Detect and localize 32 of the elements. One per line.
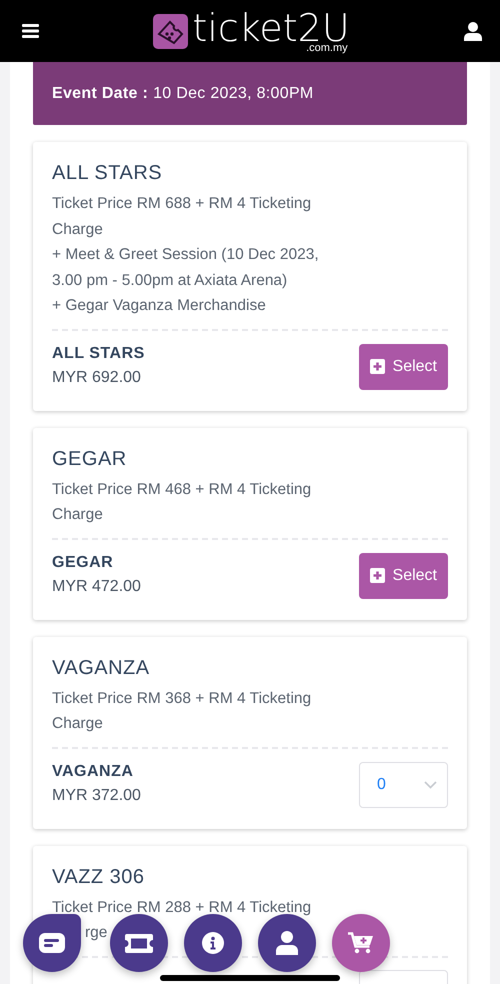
ticket-description: rge bbox=[85, 924, 108, 941]
ticket-name: ALL STARS bbox=[52, 344, 145, 364]
ticket-description: Ticket Price RM 688 + RM 4 Ticketing Charge bbox=[52, 194, 312, 240]
ticket-logo-icon bbox=[153, 14, 188, 48]
ticket-description: Ticket Price RM 468 + RM 4 Ticketing Charge bbox=[52, 480, 312, 525]
ticket-icon bbox=[125, 934, 153, 952]
select-button[interactable]: Select bbox=[358, 552, 448, 598]
ticket-price: MYR 372.00 bbox=[52, 786, 141, 806]
ticket-title: VAZZ 306 bbox=[52, 866, 146, 888]
ticket-title: ALL STARS bbox=[52, 162, 164, 185]
plus-icon bbox=[370, 359, 385, 374]
ticket-title: GEGAR bbox=[52, 448, 128, 470]
user-icon[interactable] bbox=[464, 22, 482, 40]
ticket-title: VAGANZA bbox=[52, 656, 151, 680]
ticket-name: VAGANZA bbox=[52, 762, 134, 782]
quantity-dropdown[interactable]: 0 bbox=[359, 762, 448, 808]
chat-icon bbox=[39, 933, 65, 953]
user-icon bbox=[276, 931, 298, 955]
info-icon bbox=[202, 932, 224, 954]
ticket-price: MYR 472.00 bbox=[52, 576, 141, 596]
chevron-down-icon bbox=[424, 780, 437, 788]
ticket-description: + Meet & Greet Session (10 Dec 2023, 3.00 pm - 5.00pm at Axiata Arena) bbox=[52, 245, 320, 290]
ticket-description: Ticket Price RM 368 + RM 4 Ticketing Charge bbox=[52, 688, 312, 734]
ticket-description: + Gegar Vaganza Merchandise bbox=[52, 296, 267, 316]
event-date-banner: Event Date : 10 Dec 2023, 8:00PM bbox=[33, 62, 467, 125]
menu-icon[interactable] bbox=[22, 24, 39, 38]
plus-icon bbox=[370, 568, 385, 583]
ticket-description: Ticket Price RM 288 + RM 4 Ticketing bbox=[52, 898, 312, 918]
ticket-price: MYR 692.00 bbox=[52, 368, 142, 388]
select-button[interactable]: Select bbox=[358, 344, 448, 390]
cart-add-icon bbox=[348, 932, 374, 954]
ticket-name: GEGAR bbox=[52, 552, 114, 572]
